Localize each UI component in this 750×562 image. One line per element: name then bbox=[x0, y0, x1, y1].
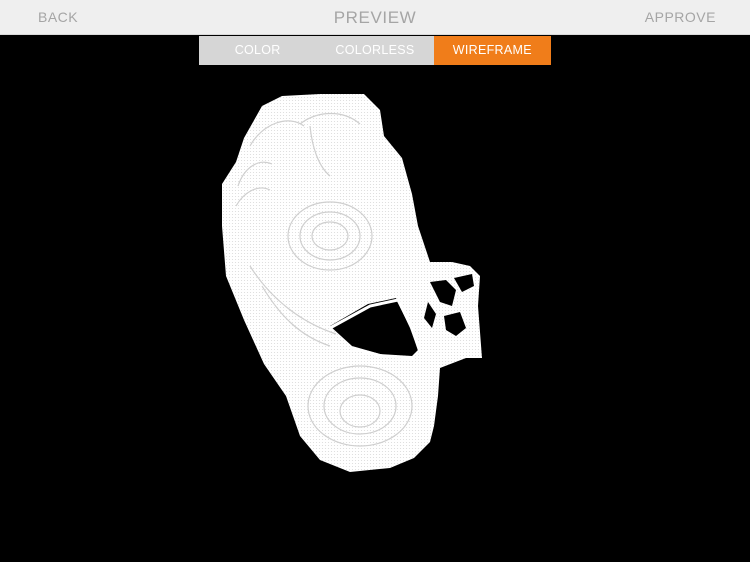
page-title: PREVIEW bbox=[333, 8, 417, 27]
3d-preview-viewport[interactable] bbox=[0, 66, 750, 562]
tab-color[interactable]: COLOR bbox=[199, 36, 317, 65]
approve-button[interactable]: APPROVE bbox=[645, 0, 716, 35]
foot-scan-wireframe-icon bbox=[222, 94, 482, 472]
tab-wireframe[interactable]: WIREFRAME bbox=[433, 36, 551, 65]
tab-colorless[interactable]: COLORLESS bbox=[316, 36, 434, 65]
navigation-bar: BACK PREVIEW APPROVE bbox=[0, 0, 750, 35]
view-mode-selector: COLOR COLORLESS WIREFRAME bbox=[199, 36, 551, 65]
